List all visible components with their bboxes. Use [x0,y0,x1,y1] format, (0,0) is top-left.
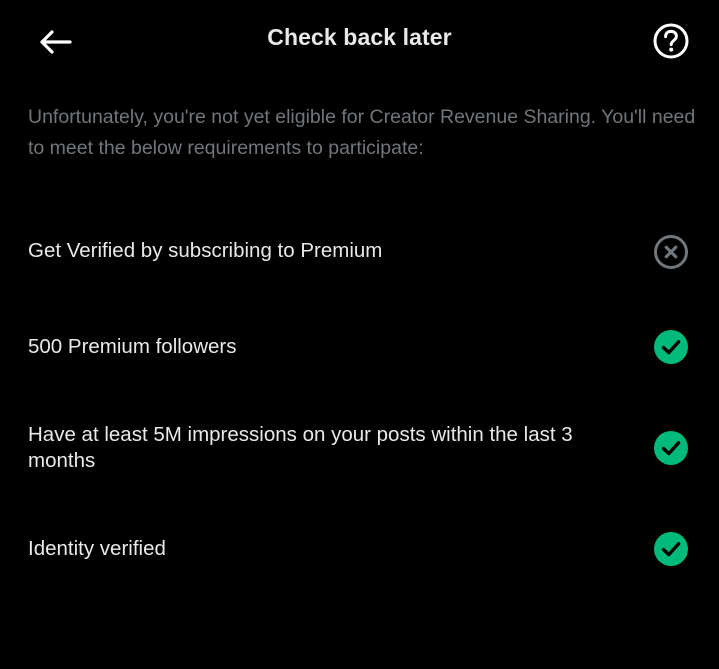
check-circle-icon [654,330,688,364]
eligibility-description: Unfortunately, you're not yet eligible f… [28,106,696,159]
requirement-label: Get Verified by subscribing to Premium [28,239,383,262]
check-circle-icon [654,532,688,566]
requirement-followers: 500 Premium followers [28,330,693,364]
top-bar: Check back later [0,0,719,82]
requirement-label: Have at least 5M impressions on your pos… [28,423,573,472]
requirement-label: Identity verified [28,537,166,560]
help-button[interactable] [651,21,691,61]
x-circle-icon [654,235,688,269]
requirement-identity: Identity verified [28,532,693,566]
question-circle-icon [653,23,689,59]
requirement-premium: Get Verified by subscribing to Premium [28,235,693,269]
page-title: Check back later [267,24,452,50]
requirement-impressions: Have at least 5M impressions on your pos… [28,420,693,476]
check-circle-icon [654,431,688,465]
requirement-label: 500 Premium followers [28,335,237,358]
